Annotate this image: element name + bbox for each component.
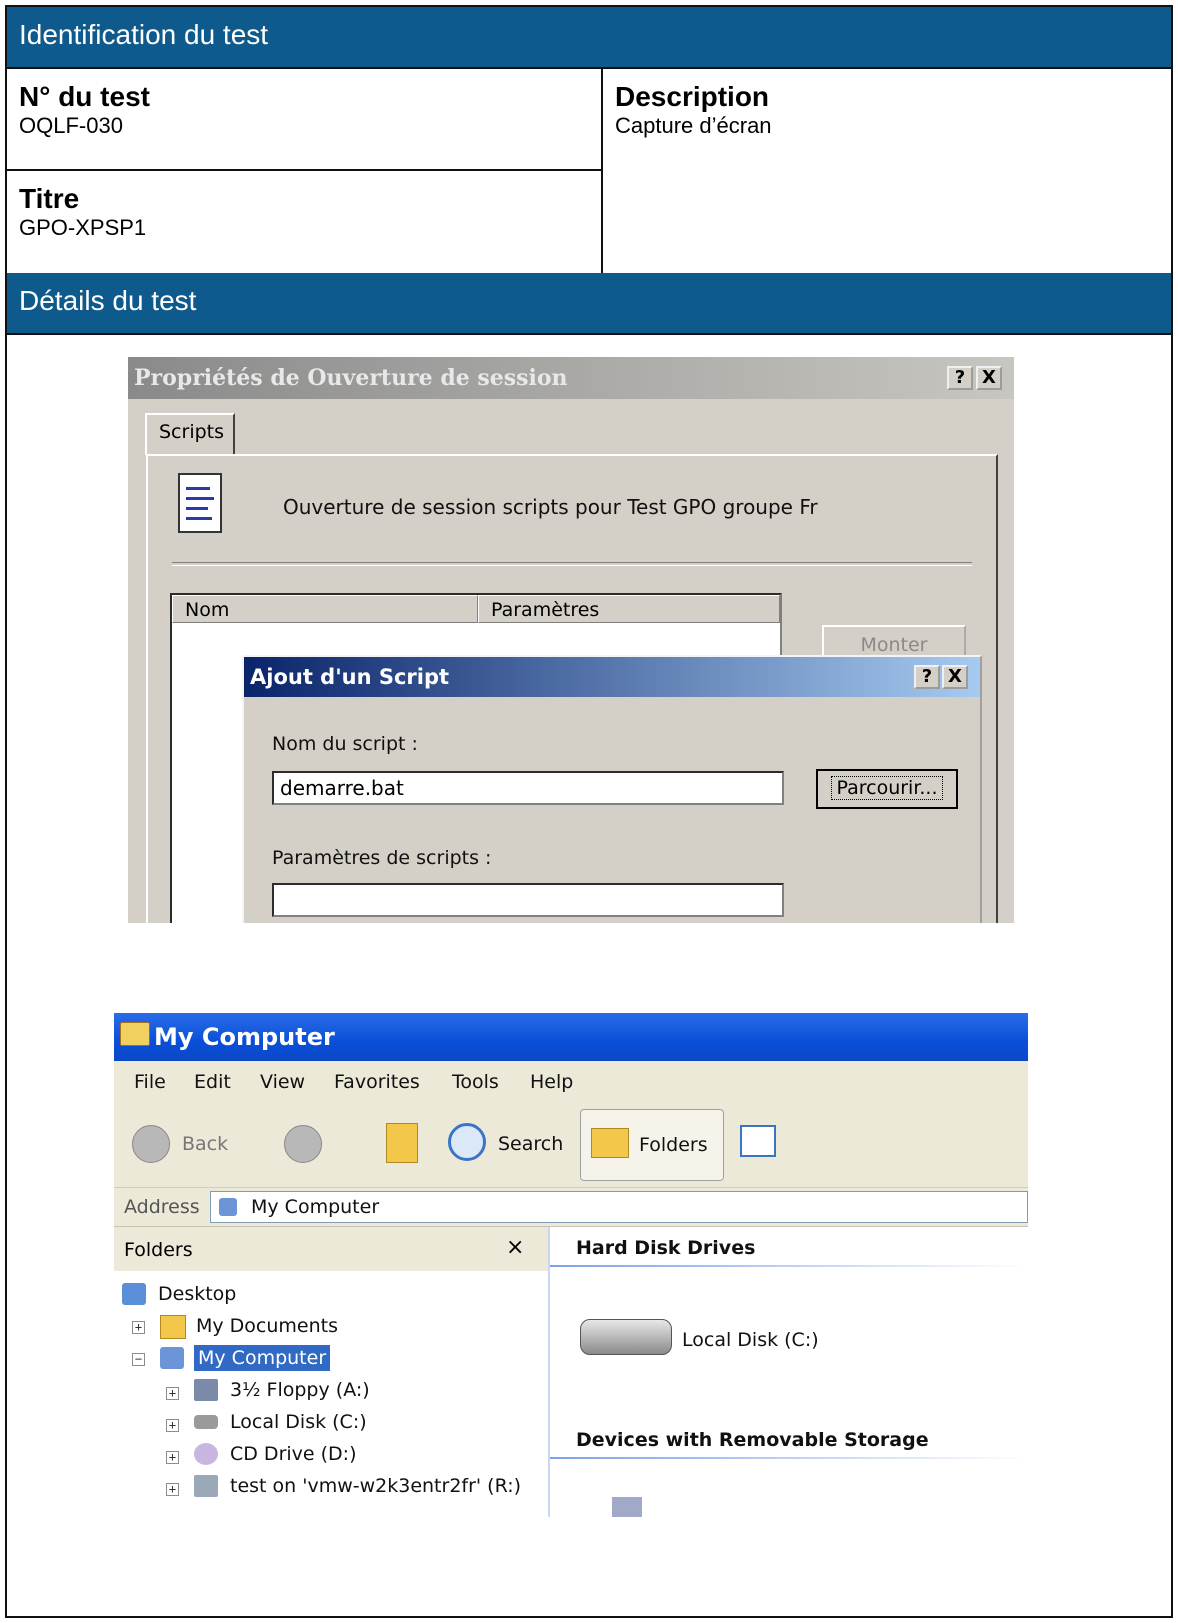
back-arrow-icon[interactable] — [132, 1125, 170, 1163]
script-name-label: Nom du script : — [272, 733, 418, 755]
folders-button[interactable]: Folders — [580, 1109, 724, 1181]
menu-help[interactable]: Help — [530, 1071, 573, 1093]
hard-disk-icon — [194, 1415, 218, 1429]
toolbar: Back Search Folders — [114, 1103, 1028, 1188]
explorer-title: My Computer — [114, 1013, 1028, 1061]
add-script-dialog: Ajout d'un Script ? X Nom du script : de… — [242, 655, 982, 923]
menu-file[interactable]: File — [134, 1071, 166, 1093]
folders-button-label: Folders — [639, 1134, 708, 1156]
floppy-drive-icon — [194, 1379, 218, 1401]
script-params-field[interactable] — [272, 883, 784, 917]
back-button-label[interactable]: Back — [182, 1133, 228, 1155]
test-title-value: GPO-XPSP1 — [19, 215, 147, 240]
menu-favorites[interactable]: Favorites — [334, 1071, 420, 1093]
help-button[interactable]: ? — [914, 665, 940, 689]
test-number-cell: N° du test OQLF-030 — [7, 69, 603, 171]
help-button[interactable]: ? — [947, 366, 973, 390]
tree-item-local-disk[interactable]: Local Disk (C:) — [230, 1411, 367, 1433]
tree-item-my-computer[interactable]: My Computer — [194, 1345, 331, 1371]
screenshot-logon-properties: Propriétés de Ouverture de session ? X S… — [128, 357, 1014, 923]
tree-item-desktop[interactable]: Desktop — [158, 1283, 236, 1305]
expand-icon[interactable]: + — [166, 1483, 179, 1496]
tree-item-my-documents[interactable]: My Documents — [196, 1315, 338, 1337]
test-description-label: Description — [615, 81, 770, 112]
browse-button[interactable]: Parcourir... — [816, 769, 958, 809]
folders-pane: Folders × Desktop + My Documents − My Co… — [114, 1227, 550, 1517]
section-removable-storage: Devices with Removable Storage — [576, 1429, 929, 1451]
menu-bar: File Edit View Favorites Tools Help — [114, 1061, 1028, 1104]
removable-device-icon[interactable] — [612, 1497, 642, 1517]
test-number-value: OQLF-030 — [19, 113, 123, 138]
test-title-cell: Titre GPO-XPSP1 — [7, 171, 603, 273]
address-label: Address — [124, 1196, 200, 1218]
column-header-params[interactable]: Paramètres — [478, 595, 780, 623]
menu-view[interactable]: View — [260, 1071, 305, 1093]
script-params-label: Paramètres de scripts : — [272, 847, 492, 869]
local-disk-label[interactable]: Local Disk (C:) — [682, 1329, 819, 1351]
section-underline — [550, 1265, 1028, 1267]
computer-icon — [219, 1198, 237, 1216]
test-title-label: Titre — [19, 183, 80, 214]
address-bar: Address My Computer — [114, 1188, 1028, 1227]
column-header-name[interactable]: Nom — [172, 595, 478, 623]
network-drive-icon — [194, 1475, 218, 1497]
close-button[interactable]: X — [942, 665, 968, 689]
add-script-title: Ajout d'un Script — [244, 657, 980, 697]
my-computer-icon — [160, 1347, 184, 1369]
menu-edit[interactable]: Edit — [194, 1071, 231, 1093]
expand-icon[interactable]: + — [166, 1451, 179, 1464]
dialog-title: Propriétés de Ouverture de session — [128, 357, 1014, 399]
browse-button-label: Parcourir... — [831, 776, 943, 800]
close-button[interactable]: X — [976, 366, 1002, 390]
collapse-icon[interactable]: − — [132, 1353, 145, 1366]
expand-icon[interactable]: + — [166, 1419, 179, 1432]
folder-icon — [120, 1022, 150, 1046]
search-icon[interactable] — [448, 1123, 486, 1161]
cd-drive-icon — [194, 1443, 218, 1465]
forward-arrow-icon[interactable] — [284, 1125, 322, 1163]
address-value: My Computer — [251, 1196, 380, 1218]
search-button-label[interactable]: Search — [498, 1133, 563, 1155]
desktop-icon — [122, 1283, 146, 1305]
folders-icon — [591, 1128, 629, 1158]
up-folder-icon[interactable] — [386, 1123, 418, 1163]
expand-icon[interactable]: + — [166, 1387, 179, 1400]
tab-scripts[interactable]: Scripts — [145, 413, 235, 455]
address-field[interactable]: My Computer — [210, 1191, 1028, 1223]
folders-pane-title: Folders — [124, 1239, 193, 1261]
expand-icon[interactable]: + — [132, 1321, 145, 1334]
section-details-header: Détails du test — [7, 273, 1171, 335]
folders-pane-header: Folders × — [114, 1227, 548, 1271]
test-description-value: Capture d’écran — [615, 113, 772, 138]
test-number-label: N° du test — [19, 81, 150, 112]
tree-item-cd-drive[interactable]: CD Drive (D:) — [230, 1443, 357, 1465]
tree-item-floppy[interactable]: 3½ Floppy (A:) — [230, 1379, 370, 1401]
menu-tools[interactable]: Tools — [452, 1071, 499, 1093]
separator — [172, 562, 972, 566]
script-name-field[interactable]: demarre.bat — [272, 771, 784, 805]
close-pane-icon[interactable]: × — [506, 1235, 524, 1260]
section-underline — [550, 1457, 1028, 1459]
tree-item-network-drive[interactable]: test on 'vmw-w2k3entr2fr' (R:) — [230, 1475, 521, 1497]
my-documents-icon — [160, 1315, 186, 1339]
script-document-icon — [178, 473, 222, 533]
explorer-body: Folders × Desktop + My Documents − My Co… — [114, 1227, 1028, 1517]
section-identification-header: Identification du test — [7, 7, 1171, 69]
views-icon[interactable] — [740, 1125, 776, 1157]
contents-pane: Hard Disk Drives Local Disk (C:) Devices… — [550, 1227, 1028, 1517]
section-hard-disk-drives: Hard Disk Drives — [576, 1237, 756, 1259]
test-description-cell: Description Capture d’écran — [603, 69, 1171, 273]
scripts-header-text: Ouverture de session scripts pour Test G… — [283, 495, 818, 519]
local-disk-icon[interactable] — [580, 1319, 672, 1355]
